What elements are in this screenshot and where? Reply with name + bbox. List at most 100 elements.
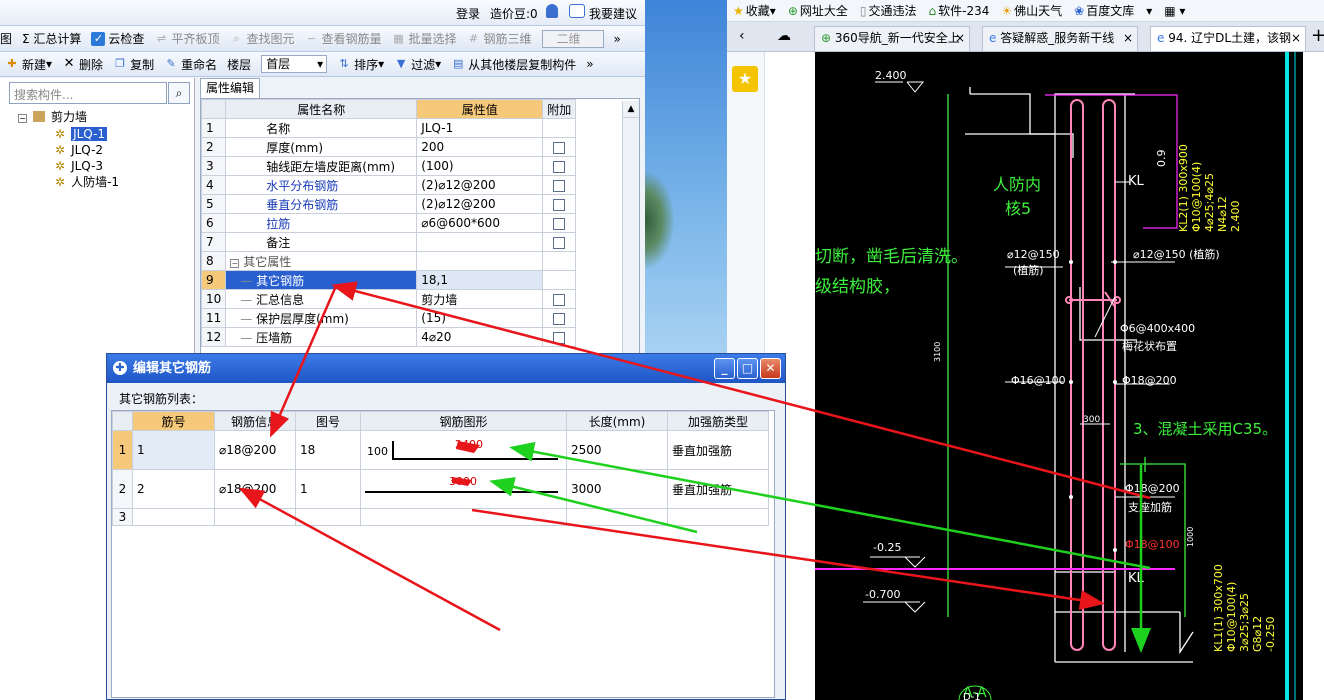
new-button[interactable]: ✚ 新建 ▾ (0, 53, 57, 75)
figure-no-cell[interactable]: 1 (295, 469, 361, 509)
reinforce-type-cell[interactable] (667, 508, 769, 526)
browser-tab-active[interactable]: e 94. 辽宁DL土建，该钢 × (1150, 26, 1306, 51)
length-cell[interactable]: 2500 (566, 430, 668, 470)
property-value[interactable]: ⌀6@600*600 (416, 213, 544, 233)
find-element-button[interactable]: ⌕ 查找图元 (224, 28, 299, 50)
view-mode-select[interactable]: 二维 (537, 28, 609, 50)
property-value[interactable]: (15) (416, 308, 544, 328)
close-button[interactable]: ✕ (760, 358, 781, 379)
attach-checkbox[interactable] (553, 198, 566, 211)
property-value[interactable] (416, 251, 544, 271)
property-value[interactable]: (2)⌀12@200 (416, 194, 544, 214)
attach-checkbox[interactable] (553, 160, 566, 173)
property-row[interactable]: 11— 保护层厚度(mm) (15) (200, 308, 577, 328)
property-value[interactable] (416, 232, 544, 252)
fav-link-software[interactable]: ⌂ 软件-234 (923, 2, 996, 19)
property-row[interactable]: 3 轴线距左墙皮距离(mm) (100) (200, 156, 577, 176)
attach-checkbox[interactable] (553, 179, 566, 192)
browser-tab-360[interactable]: ⊕ 360导航_新一代安全上 × (814, 26, 970, 51)
close-icon[interactable]: × (1291, 27, 1301, 49)
property-value[interactable]: JLQ-1 (416, 118, 544, 138)
length-cell[interactable] (566, 508, 668, 526)
property-value[interactable]: (2)⌀12@200 (416, 175, 544, 195)
attach-checkbox[interactable] (553, 236, 566, 249)
tree-item-jlq-3[interactable]: ✲ JLQ-3 (55, 158, 103, 174)
rename-button[interactable]: ✎ 重命名 (159, 53, 222, 75)
attach-checkbox[interactable] (553, 312, 566, 325)
property-value[interactable]: 200 (416, 137, 544, 157)
rebar-row[interactable]: 3 (112, 508, 769, 526)
delete-button[interactable]: ✕ 删除 (57, 53, 108, 75)
view-rebar-qty-button[interactable]: ∽ 查看钢筋量 (299, 28, 386, 50)
tab-property-edit[interactable]: 属性编辑 (200, 78, 260, 98)
tree-item-jlq-2[interactable]: ✲ JLQ-2 (55, 142, 103, 158)
batch-select-button[interactable]: ▦ 批量选择 (386, 28, 461, 50)
property-row[interactable]: 12— 压墙筋 4⌀20 (200, 327, 577, 347)
property-row[interactable]: 2 厚度(mm) 200 (200, 137, 577, 157)
bar-no-cell[interactable]: 1 (132, 430, 215, 470)
minimize-button[interactable]: _ (714, 358, 735, 379)
login-link[interactable]: 登录 (456, 5, 480, 22)
collapse-icon[interactable]: − (230, 258, 240, 268)
property-row[interactable]: 1 名称 JLQ-1 (200, 118, 577, 138)
tree-item-jlq-1[interactable]: ✲ JLQ-1 (55, 126, 108, 142)
attach-checkbox[interactable] (553, 141, 566, 154)
attach-checkbox[interactable] (553, 217, 566, 230)
figure-no-cell[interactable]: 18 (295, 430, 361, 470)
rebar-row[interactable]: 2 2 ⌀18@200 1 3000 3000 垂直加强筋 (112, 469, 769, 509)
property-row[interactable]: 10— 汇总信息 剪力墙 (200, 289, 577, 309)
bar-shape-cell[interactable] (360, 508, 567, 526)
property-value[interactable]: 4⌀20 (416, 327, 544, 347)
favorites-button[interactable]: ★ 收藏 ▾ (727, 2, 782, 19)
close-icon[interactable]: × (955, 27, 965, 49)
bar-no-cell[interactable]: 2 (132, 469, 215, 509)
tree-item-civil-defense-wall[interactable]: ✲ 人防墙-1 (55, 174, 119, 190)
figure-no-cell[interactable] (295, 508, 361, 526)
bar-shape-cell[interactable]: 3000 (360, 469, 567, 509)
bar-no-cell[interactable] (132, 508, 215, 526)
star-icon[interactable]: ★ (732, 66, 758, 92)
toolbar-overflow-icon[interactable]: » (609, 28, 626, 50)
property-row[interactable]: 8− 其它属性 (200, 251, 577, 271)
browser-tab-qa[interactable]: e 答疑解惑_服务新干线 × (982, 26, 1138, 51)
filter-button[interactable]: ▼ 过滤 ▾ (389, 53, 446, 75)
toolbar2-overflow-icon[interactable]: » (581, 53, 598, 75)
fav-link-site-nav[interactable]: ⊕ 网址大全 (782, 2, 854, 19)
bar-shape-cell[interactable]: 100 2400 (360, 430, 567, 470)
bar-info-cell[interactable]: ⌀18@200 (214, 430, 296, 470)
search-input[interactable]: 搜索构件... (9, 82, 167, 104)
property-row[interactable]: 7 备注 (200, 232, 577, 252)
apps-grid-icon[interactable]: ▦ ▾ (1158, 4, 1191, 18)
fav-link-baidu-wenku[interactable]: ❀ 百度文库 (1068, 2, 1140, 19)
bell-icon[interactable] (546, 4, 558, 18)
maximize-button[interactable]: □ (737, 358, 758, 379)
reinforce-type-cell[interactable]: 垂直加强筋 (667, 430, 769, 470)
attach-checkbox[interactable] (553, 331, 566, 344)
property-value[interactable]: 剪力墙 (416, 289, 544, 309)
search-icon[interactable]: ⌕ (168, 82, 190, 104)
collapse-icon[interactable]: − (18, 114, 27, 123)
property-row[interactable]: 4 水平分布钢筋 (2)⌀12@200 (200, 175, 577, 195)
suggestion-link[interactable]: 我要建议 (589, 5, 637, 22)
sort-button[interactable]: ⇅ 排序 ▾ (332, 53, 389, 75)
bar-info-cell[interactable] (214, 508, 296, 526)
view-button[interactable]: 图 (0, 28, 17, 50)
scrollbar[interactable]: ▲ (622, 101, 639, 359)
property-value[interactable]: (100) (416, 156, 544, 176)
copy-button[interactable]: ❐ 复制 (108, 53, 159, 75)
property-value[interactable]: 18,1 (416, 270, 544, 290)
property-row[interactable]: 9— 其它钢筋 18,1 (200, 270, 577, 290)
reinforce-type-cell[interactable]: 垂直加强筋 (667, 469, 769, 509)
fav-more-button[interactable]: ▾ (1140, 4, 1158, 18)
fav-link-traffic[interactable]: ▯ 交通违法 (854, 2, 923, 19)
cloud-icon[interactable]: ☁ (777, 28, 791, 44)
align-slab-button[interactable]: ⇌ 平齐板顶 (149, 28, 224, 50)
bar-info-cell[interactable]: ⌀18@200 (214, 469, 296, 509)
tree-root-shear-wall[interactable]: − 剪力墙 (18, 109, 87, 125)
scroll-up-icon[interactable]: ▲ (623, 101, 639, 118)
property-row[interactable]: 6 拉筋 ⌀6@600*600 (200, 213, 577, 233)
cloud-check-button[interactable]: ✓ 云检查 (86, 28, 149, 50)
summary-calc-button[interactable]: Σ 汇总计算 (17, 28, 86, 50)
close-icon[interactable]: × (1123, 27, 1133, 49)
new-tab-button[interactable]: + (1311, 25, 1324, 46)
